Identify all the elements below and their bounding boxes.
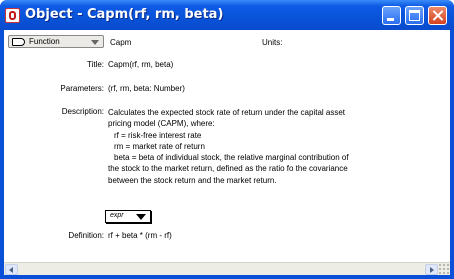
description-label: Description: xyxy=(61,107,104,116)
identifier-field[interactable]: Capm xyxy=(110,38,131,47)
resize-grip-icon[interactable] xyxy=(438,263,450,275)
description-line: rf = risk-free interest rate xyxy=(114,130,202,140)
expr-select[interactable]: expr xyxy=(105,210,151,223)
description-line: Calculates the expected stock rate of re… xyxy=(108,108,346,117)
chevron-down-icon xyxy=(91,40,99,45)
definition-label: Definition: xyxy=(68,231,104,240)
class-select[interactable]: Function xyxy=(8,35,104,48)
window-title: Object - Capm(rf, rm, beta) xyxy=(25,7,224,22)
object-window: Object - Capm(rf, rm, beta) Function Cap… xyxy=(0,0,454,279)
scroll-left-icon[interactable] xyxy=(5,264,18,275)
title-field[interactable]: Capm(rf, rm, beta) xyxy=(108,60,173,69)
parameters-label: Parameters: xyxy=(60,84,104,93)
close-button[interactable] xyxy=(428,6,447,25)
definition-field[interactable]: rf + beta * (rm - rf) xyxy=(108,231,172,240)
horizontal-scrollbar[interactable] xyxy=(4,262,450,275)
description-line: between the stock return and the market … xyxy=(108,175,277,185)
parameters-field[interactable]: (rf, rm, beta: Number) xyxy=(108,84,185,93)
app-icon[interactable] xyxy=(5,8,20,23)
function-node-icon xyxy=(12,37,25,46)
description-line: the stock to the market return, defined … xyxy=(108,164,348,174)
minimize-button[interactable] xyxy=(382,6,401,25)
expr-select-label: expr xyxy=(110,212,124,219)
chevron-down-icon xyxy=(136,214,146,220)
class-select-label: Function xyxy=(29,37,60,46)
description-line: beta = beta of individual stock, the rel… xyxy=(114,153,349,163)
maximize-button[interactable] xyxy=(405,6,424,25)
scroll-right-icon[interactable] xyxy=(425,264,438,275)
description-field[interactable]: Calculates the expected stock rate of re… xyxy=(108,107,448,186)
title-label: Title: xyxy=(86,60,104,69)
object-panel: Function Capm Units: Title: Capm(rf, rm,… xyxy=(4,30,450,275)
units-label: Units: xyxy=(262,38,283,47)
title-bar[interactable]: Object - Capm(rf, rm, beta) xyxy=(0,0,454,30)
description-line: pricing model (CAPM), where: xyxy=(108,119,215,129)
description-line: rm = market rate of return xyxy=(114,141,205,151)
